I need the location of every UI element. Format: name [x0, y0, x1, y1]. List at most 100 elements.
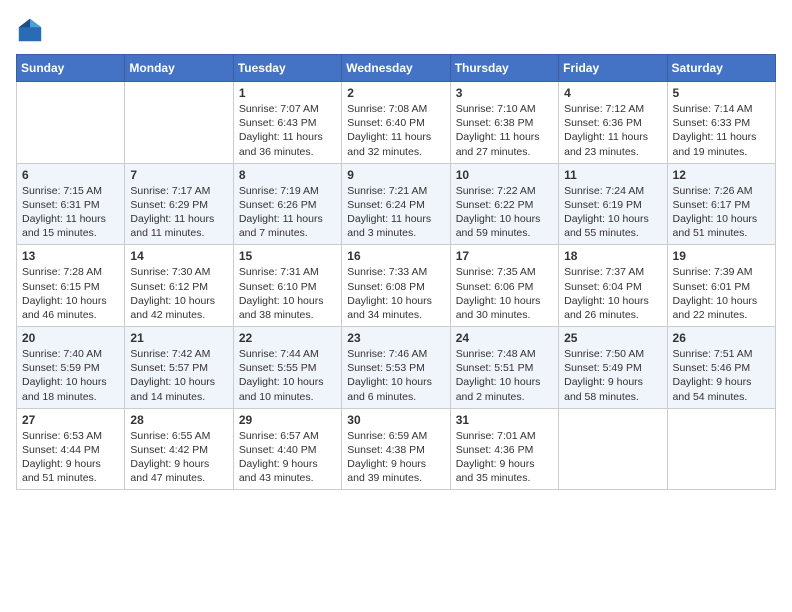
day-info: Sunrise: 7:37 AMSunset: 6:04 PMDaylight:…	[564, 265, 661, 322]
calendar-table: SundayMondayTuesdayWednesdayThursdayFrid…	[16, 54, 776, 490]
calendar-cell: 19 Sunrise: 7:39 AMSunset: 6:01 PMDayligh…	[667, 245, 775, 327]
day-info: Sunrise: 7:19 AMSunset: 6:26 PMDaylight:…	[239, 184, 336, 241]
calendar-cell: 27 Sunrise: 6:53 AMSunset: 4:44 PMDayligh…	[17, 408, 125, 490]
column-header-saturday: Saturday	[667, 55, 775, 82]
column-header-tuesday: Tuesday	[233, 55, 341, 82]
calendar-cell: 17 Sunrise: 7:35 AMSunset: 6:06 PMDayligh…	[450, 245, 558, 327]
calendar-week-row: 6 Sunrise: 7:15 AMSunset: 6:31 PMDaylight…	[17, 163, 776, 245]
day-number: 19	[673, 249, 770, 263]
day-info: Sunrise: 7:26 AMSunset: 6:17 PMDaylight:…	[673, 184, 770, 241]
logo-icon	[16, 16, 44, 44]
day-number: 5	[673, 86, 770, 100]
calendar-cell: 10 Sunrise: 7:22 AMSunset: 6:22 PMDayligh…	[450, 163, 558, 245]
calendar-cell: 30 Sunrise: 6:59 AMSunset: 4:38 PMDayligh…	[342, 408, 450, 490]
column-header-friday: Friday	[559, 55, 667, 82]
calendar-cell: 31Sunrise: 7:01 AMSunset: 4:36 PMDayligh…	[450, 408, 558, 490]
calendar-cell: 23 Sunrise: 7:46 AMSunset: 5:53 PMDayligh…	[342, 327, 450, 409]
day-number: 30	[347, 413, 444, 427]
day-number: 22	[239, 331, 336, 345]
day-number: 26	[673, 331, 770, 345]
calendar-cell: 9 Sunrise: 7:21 AMSunset: 6:24 PMDaylight…	[342, 163, 450, 245]
day-info: Sunrise: 6:59 AMSunset: 4:38 PMDaylight:…	[347, 429, 444, 486]
day-number: 17	[456, 249, 553, 263]
calendar-cell: 11 Sunrise: 7:24 AMSunset: 6:19 PMDayligh…	[559, 163, 667, 245]
day-number: 9	[347, 168, 444, 182]
day-number: 29	[239, 413, 336, 427]
column-header-sunday: Sunday	[17, 55, 125, 82]
day-number: 11	[564, 168, 661, 182]
calendar-cell	[559, 408, 667, 490]
calendar-cell: 1 Sunrise: 7:07 AMSunset: 6:43 PMDaylight…	[233, 82, 341, 164]
day-info: Sunrise: 7:48 AMSunset: 5:51 PMDaylight:…	[456, 347, 553, 404]
calendar-cell: 3 Sunrise: 7:10 AMSunset: 6:38 PMDaylight…	[450, 82, 558, 164]
day-number: 15	[239, 249, 336, 263]
day-number: 27	[22, 413, 119, 427]
day-number: 8	[239, 168, 336, 182]
calendar-cell: 2Sunrise: 7:08 AMSunset: 6:40 PMDaylight…	[342, 82, 450, 164]
day-info: Sunrise: 7:01 AMSunset: 4:36 PMDaylight:…	[456, 429, 553, 486]
calendar-cell: 13Sunrise: 7:28 AMSunset: 6:15 PMDayligh…	[17, 245, 125, 327]
day-number: 23	[347, 331, 444, 345]
day-info: Sunrise: 7:10 AMSunset: 6:38 PMDaylight:…	[456, 102, 553, 159]
day-info: Sunrise: 7:15 AMSunset: 6:31 PMDaylight:…	[22, 184, 119, 241]
day-number: 12	[673, 168, 770, 182]
calendar-cell: 16 Sunrise: 7:33 AMSunset: 6:08 PMDayligh…	[342, 245, 450, 327]
day-number: 6	[22, 168, 119, 182]
day-info: Sunrise: 7:24 AMSunset: 6:19 PMDaylight:…	[564, 184, 661, 241]
calendar-cell: 4Sunrise: 7:12 AMSunset: 6:36 PMDaylight…	[559, 82, 667, 164]
day-info: Sunrise: 7:31 AMSunset: 6:10 PMDaylight:…	[239, 265, 336, 322]
calendar-cell: 14 Sunrise: 7:30 AMSunset: 6:12 PMDayligh…	[125, 245, 233, 327]
day-info: Sunrise: 7:50 AMSunset: 5:49 PMDaylight:…	[564, 347, 661, 404]
calendar-cell: 7Sunrise: 7:17 AMSunset: 6:29 PMDaylight…	[125, 163, 233, 245]
day-number: 16	[347, 249, 444, 263]
day-info: Sunrise: 7:22 AMSunset: 6:22 PMDaylight:…	[456, 184, 553, 241]
calendar-week-row: 1 Sunrise: 7:07 AMSunset: 6:43 PMDaylight…	[17, 82, 776, 164]
day-number: 4	[564, 86, 661, 100]
day-info: Sunrise: 7:33 AMSunset: 6:08 PMDaylight:…	[347, 265, 444, 322]
calendar-cell: 18 Sunrise: 7:37 AMSunset: 6:04 PMDayligh…	[559, 245, 667, 327]
calendar-cell: 25 Sunrise: 7:50 AMSunset: 5:49 PMDayligh…	[559, 327, 667, 409]
day-info: Sunrise: 7:17 AMSunset: 6:29 PMDaylight:…	[130, 184, 227, 241]
day-info: Sunrise: 7:42 AMSunset: 5:57 PMDaylight:…	[130, 347, 227, 404]
day-info: Sunrise: 7:07 AMSunset: 6:43 PMDaylight:…	[239, 102, 336, 159]
calendar-cell	[667, 408, 775, 490]
calendar-cell	[125, 82, 233, 164]
column-header-thursday: Thursday	[450, 55, 558, 82]
calendar-week-row: 27 Sunrise: 6:53 AMSunset: 4:44 PMDayligh…	[17, 408, 776, 490]
calendar-cell: 5 Sunrise: 7:14 AMSunset: 6:33 PMDaylight…	[667, 82, 775, 164]
day-info: Sunrise: 6:57 AMSunset: 4:40 PMDaylight:…	[239, 429, 336, 486]
day-info: Sunrise: 7:44 AMSunset: 5:55 PMDaylight:…	[239, 347, 336, 404]
logo	[16, 16, 48, 44]
day-number: 2	[347, 86, 444, 100]
day-info: Sunrise: 7:35 AMSunset: 6:06 PMDaylight:…	[456, 265, 553, 322]
calendar-cell: 20 Sunrise: 7:40 AMSunset: 5:59 PMDayligh…	[17, 327, 125, 409]
day-number: 21	[130, 331, 227, 345]
day-number: 10	[456, 168, 553, 182]
day-info: Sunrise: 7:39 AMSunset: 6:01 PMDaylight:…	[673, 265, 770, 322]
day-number: 25	[564, 331, 661, 345]
column-header-monday: Monday	[125, 55, 233, 82]
day-info: Sunrise: 7:21 AMSunset: 6:24 PMDaylight:…	[347, 184, 444, 241]
day-number: 24	[456, 331, 553, 345]
calendar-cell: 29 Sunrise: 6:57 AMSunset: 4:40 PMDayligh…	[233, 408, 341, 490]
calendar-cell: 12 Sunrise: 7:26 AMSunset: 6:17 PMDayligh…	[667, 163, 775, 245]
day-number: 18	[564, 249, 661, 263]
calendar-week-row: 13Sunrise: 7:28 AMSunset: 6:15 PMDayligh…	[17, 245, 776, 327]
day-number: 14	[130, 249, 227, 263]
day-info: Sunrise: 7:40 AMSunset: 5:59 PMDaylight:…	[22, 347, 119, 404]
calendar-cell: 8 Sunrise: 7:19 AMSunset: 6:26 PMDaylight…	[233, 163, 341, 245]
day-info: Sunrise: 6:55 AMSunset: 4:42 PMDaylight:…	[130, 429, 227, 486]
day-number: 1	[239, 86, 336, 100]
calendar-cell	[17, 82, 125, 164]
day-number: 28	[130, 413, 227, 427]
day-info: Sunrise: 7:14 AMSunset: 6:33 PMDaylight:…	[673, 102, 770, 159]
day-info: Sunrise: 7:46 AMSunset: 5:53 PMDaylight:…	[347, 347, 444, 404]
calendar-cell: 21 Sunrise: 7:42 AMSunset: 5:57 PMDayligh…	[125, 327, 233, 409]
calendar-cell: 22 Sunrise: 7:44 AMSunset: 5:55 PMDayligh…	[233, 327, 341, 409]
day-number: 3	[456, 86, 553, 100]
day-info: Sunrise: 6:53 AMSunset: 4:44 PMDaylight:…	[22, 429, 119, 486]
day-info: Sunrise: 7:30 AMSunset: 6:12 PMDaylight:…	[130, 265, 227, 322]
calendar-cell: 15 Sunrise: 7:31 AMSunset: 6:10 PMDayligh…	[233, 245, 341, 327]
day-number: 20	[22, 331, 119, 345]
page-header	[16, 16, 776, 44]
